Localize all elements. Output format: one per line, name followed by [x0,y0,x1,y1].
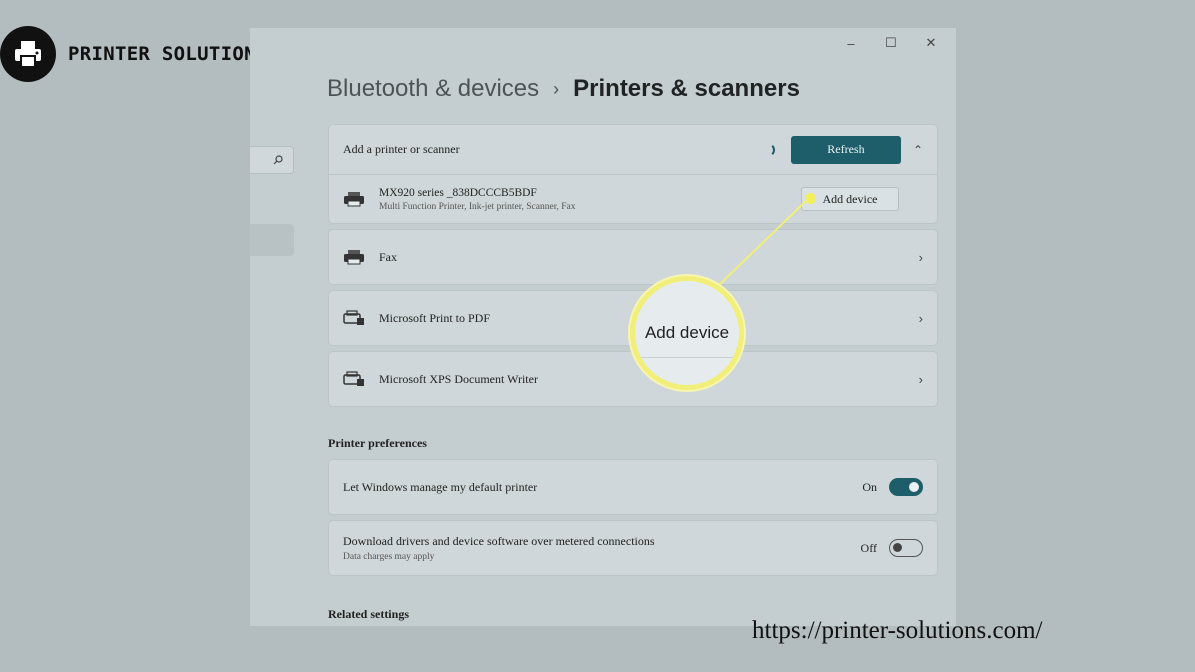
callout-magnifier: Add device [630,276,744,390]
website-url: https://printer-solutions.com/ [752,617,1043,644]
magnifier-divider [635,357,739,358]
printer-icon [0,26,56,82]
callout-connector [717,199,808,287]
brand-name: PRINTER SOLUTIONS [68,43,268,65]
settings-window: – ☐ ✕ Bluetooth & devices › Printers & s… [250,28,956,626]
callout-text: Add device [644,323,730,342]
brand: PRINTER SOLUTIONS [0,26,268,82]
